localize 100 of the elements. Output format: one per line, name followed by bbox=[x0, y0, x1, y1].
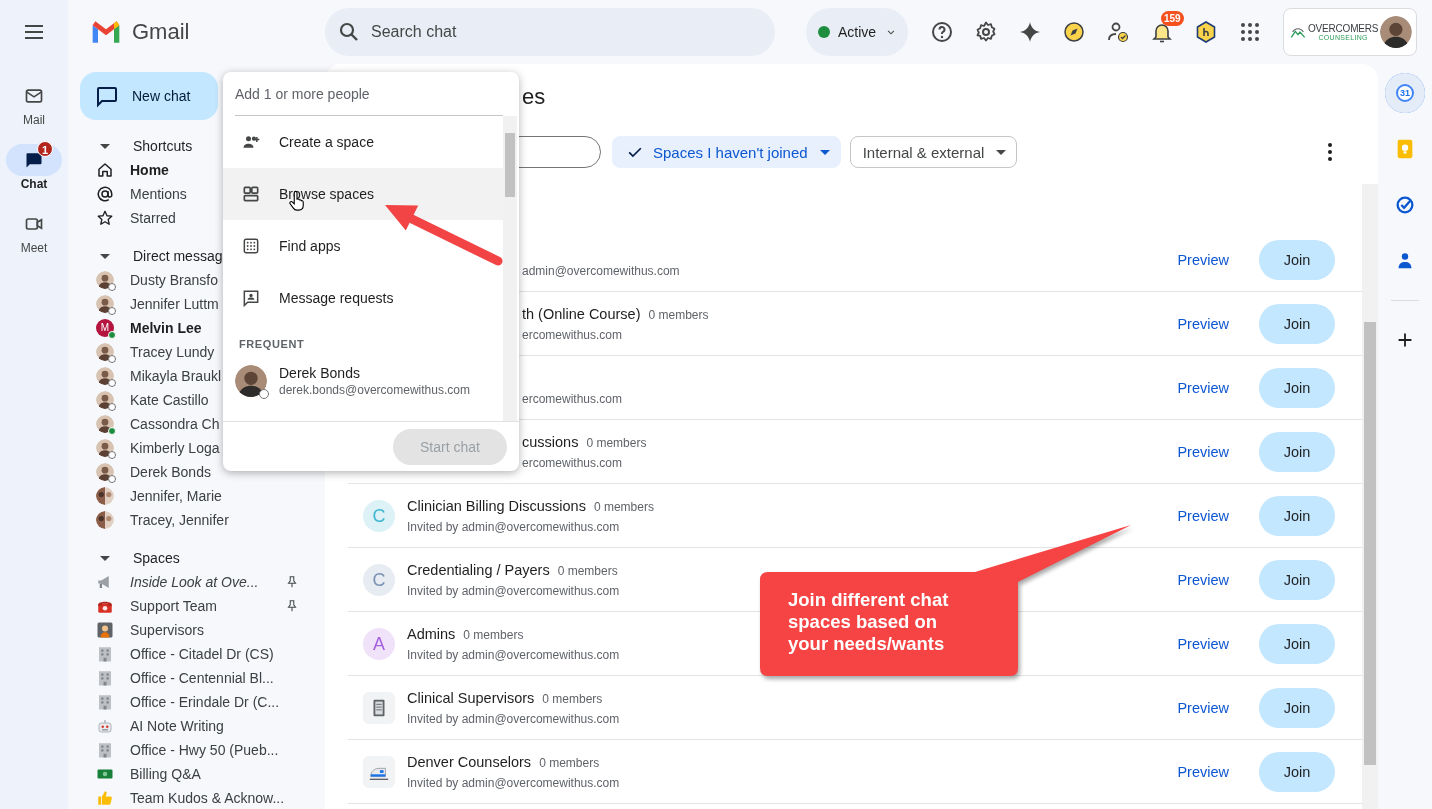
member-count: 0 members bbox=[539, 755, 600, 770]
sidebar-item[interactable]: Billing Q&A bbox=[130, 766, 201, 782]
settings-icon[interactable] bbox=[974, 20, 998, 44]
sidebar-item[interactable]: Team Kudos & Acknow... bbox=[130, 790, 285, 806]
invite-text: ercomewithus.com bbox=[522, 391, 623, 406]
preview-link[interactable]: Preview bbox=[1177, 763, 1229, 780]
preview-link[interactable]: Preview bbox=[1177, 379, 1229, 396]
sidebar-item[interactable]: Jennifer Luttm bbox=[130, 296, 219, 312]
app-name: Gmail bbox=[132, 19, 190, 45]
join-button[interactable]: Join bbox=[1259, 303, 1335, 344]
space-name[interactable]: Credentialing / Payers bbox=[407, 561, 550, 578]
join-button[interactable]: Join bbox=[1259, 687, 1335, 728]
apps-grid-icon[interactable] bbox=[1238, 20, 1262, 44]
join-button[interactable]: Join bbox=[1259, 431, 1335, 472]
help-icon[interactable] bbox=[930, 20, 954, 44]
join-button[interactable]: Join bbox=[1259, 367, 1335, 408]
star-icon bbox=[96, 209, 114, 227]
nav-item[interactable]: Meet bbox=[6, 208, 62, 256]
sidebar-item[interactable]: Kate Castillo bbox=[130, 392, 209, 408]
space-name[interactable]: Denver Counselors bbox=[407, 753, 532, 770]
member-count: 0 members bbox=[542, 691, 603, 706]
sidebar-item[interactable]: Mentions bbox=[130, 186, 187, 202]
nav-item[interactable]: Mail bbox=[6, 80, 62, 128]
building-icon bbox=[96, 669, 114, 687]
person-icon bbox=[96, 621, 114, 639]
join-button[interactable]: Join bbox=[1259, 751, 1335, 792]
space-name[interactable]: Clinical Supervisors bbox=[407, 689, 535, 706]
profile-avatar[interactable] bbox=[1380, 16, 1412, 48]
invite-text: Invited by admin@overcomewithus.com bbox=[407, 775, 620, 790]
compass-icon[interactable] bbox=[1062, 20, 1086, 44]
sidebar-item[interactable]: Dusty Bransfo bbox=[130, 272, 218, 288]
scrollbar[interactable] bbox=[1362, 184, 1378, 809]
space-name[interactable]: th (Online Course) bbox=[522, 305, 641, 322]
sidebar-item[interactable]: Support Team bbox=[130, 598, 217, 614]
preview-link[interactable]: Preview bbox=[1177, 507, 1229, 524]
member-count: 0 members bbox=[593, 499, 654, 514]
space-name[interactable]: Admins bbox=[407, 625, 456, 642]
sidebar-item[interactable]: Starred bbox=[130, 210, 176, 226]
member-count: 0 members bbox=[557, 563, 618, 578]
sidebar-item[interactable]: AI Note Writing bbox=[130, 718, 224, 734]
member-count: 0 members bbox=[586, 435, 647, 450]
filter-chip[interactable]: Internal & external bbox=[849, 136, 1018, 168]
sidebar-item[interactable]: Supervisors bbox=[130, 622, 204, 638]
scrollbar[interactable] bbox=[503, 116, 517, 421]
section-label: FREQUENT bbox=[238, 337, 306, 352]
sidebar-item[interactable]: Office - Erindale Dr (C... bbox=[130, 694, 280, 710]
preview-link[interactable]: Preview bbox=[1177, 571, 1229, 588]
menu-item[interactable]: Create a space bbox=[223, 116, 503, 168]
building-icon bbox=[96, 645, 114, 663]
tasks-icon[interactable] bbox=[1394, 194, 1416, 216]
invite-text: ercomewithus.com bbox=[522, 327, 624, 342]
sidebar-item[interactable]: Derek Bonds bbox=[130, 464, 211, 480]
avatar bbox=[235, 365, 267, 397]
robot-icon bbox=[96, 717, 114, 735]
callout-text: Join different chat spaces based on your needs/wants bbox=[788, 589, 950, 655]
new-chat-button[interactable]: New chat bbox=[80, 72, 218, 120]
sidebar-item[interactable]: Cassondra Ch bbox=[130, 416, 220, 432]
status-button[interactable]: Active bbox=[806, 8, 908, 56]
space-name[interactable]: Clinician Billing Discussions bbox=[407, 497, 586, 514]
member-count: 0 members bbox=[648, 307, 709, 322]
section-header[interactable]: Spaces bbox=[68, 546, 325, 570]
sidebar-item[interactable]: Office - Centennial Bl... bbox=[130, 670, 274, 686]
hexagon-icon[interactable] bbox=[1194, 20, 1218, 44]
sidebar-item[interactable]: Mikayla Braukl bbox=[130, 368, 222, 384]
preview-link[interactable]: Preview bbox=[1177, 635, 1229, 652]
join-button[interactable]: Join bbox=[1259, 495, 1335, 536]
sidebar-item[interactable]: Tracey Lundy bbox=[130, 344, 215, 360]
message-person-icon bbox=[241, 288, 261, 308]
filter-chip[interactable]: Spaces I haven't joined bbox=[612, 136, 841, 168]
sidebar-item[interactable]: Inside Look at Ove... bbox=[130, 574, 259, 590]
preview-link[interactable]: Preview bbox=[1177, 699, 1229, 716]
contact-name[interactable]: Derek Bonds bbox=[279, 365, 470, 381]
people-field[interactable]: Add 1 or more people bbox=[235, 72, 503, 116]
join-button[interactable]: Join bbox=[1259, 239, 1335, 280]
space-name[interactable]: cussions bbox=[522, 433, 579, 450]
sidebar-item[interactable]: Office - Hwy 50 (Pueb... bbox=[130, 742, 279, 758]
sidebar-item[interactable]: Tracey, Jennifer bbox=[130, 512, 229, 528]
invite-text: Invited by admin@overcomewithus.com bbox=[407, 583, 620, 598]
building-icon bbox=[96, 693, 114, 711]
preview-link[interactable]: Preview bbox=[1177, 443, 1229, 460]
person-check-icon[interactable] bbox=[1106, 20, 1130, 44]
menu-item[interactable]: Message requests bbox=[223, 272, 503, 324]
status-dot bbox=[818, 26, 830, 38]
pin-icon[interactable] bbox=[285, 599, 299, 613]
join-button[interactable]: Join bbox=[1259, 623, 1335, 664]
contact-email: derek.bonds@overcomewithus.com bbox=[279, 383, 470, 397]
sidebar-item[interactable]: Jennifer, Marie bbox=[130, 488, 222, 504]
sidebar-item[interactable]: Home bbox=[130, 162, 169, 178]
sidebar-item[interactable]: Kimberly Loga bbox=[130, 440, 220, 456]
sidebar-item[interactable]: Melvin Lee bbox=[130, 320, 202, 336]
calendar-button[interactable]: 31 bbox=[1385, 73, 1425, 113]
menu-item[interactable]: Find apps bbox=[223, 220, 503, 272]
pin-icon[interactable] bbox=[285, 575, 299, 589]
avatar: M bbox=[96, 319, 114, 337]
preview-link[interactable]: Preview bbox=[1177, 315, 1229, 332]
join-button[interactable]: Join bbox=[1259, 559, 1335, 600]
space-avatar: C bbox=[363, 563, 395, 596]
sidebar-item[interactable]: Office - Citadel Dr (CS) bbox=[130, 646, 274, 662]
invite-text: Invited by admin@overcomewithus.com bbox=[407, 519, 621, 534]
preview-link[interactable]: Preview bbox=[1177, 251, 1229, 268]
